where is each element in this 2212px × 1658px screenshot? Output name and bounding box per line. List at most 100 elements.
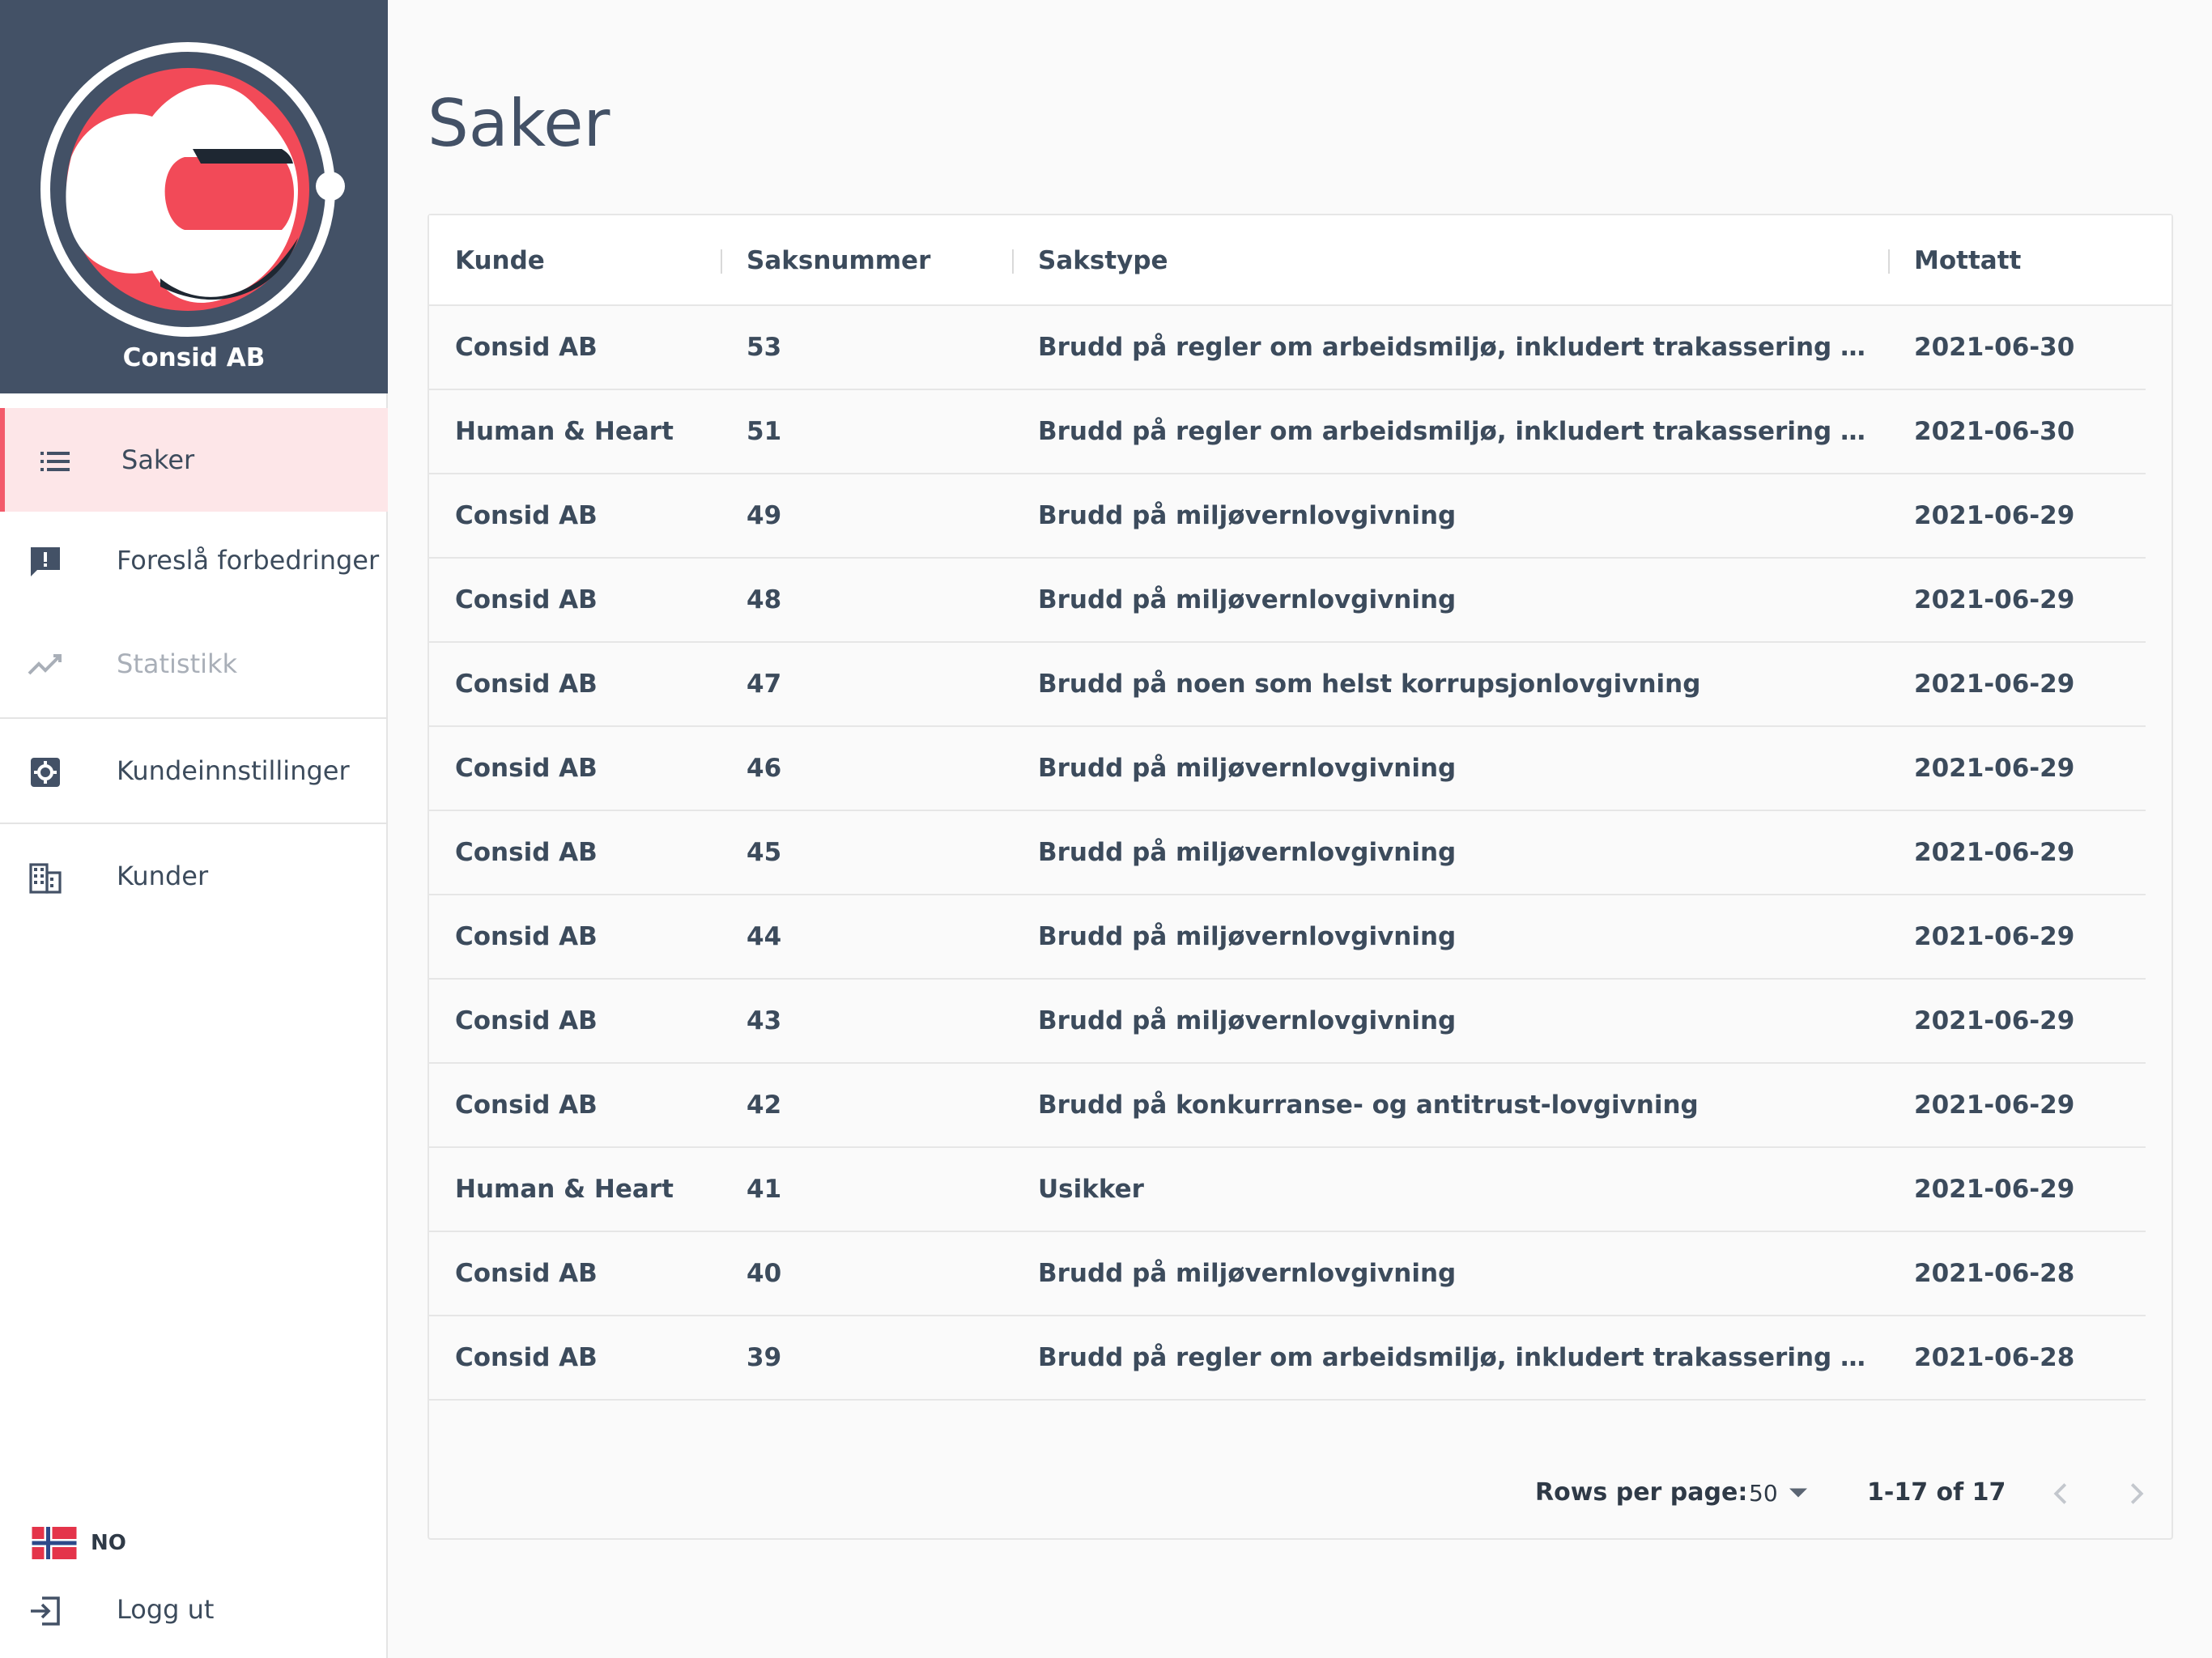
cell-saksnummer: 46 [747,754,782,783]
cell-sakstype: Brudd på miljøvernlovgivning [1038,838,1457,867]
table-row[interactable]: Consid AB 46 Brudd på miljøvernlovgivnin… [429,727,2146,811]
cell-kunde: Consid AB [455,585,598,614]
cell-mottatt: 2021-06-29 [1914,1006,2075,1035]
logout-label: Logg ut [117,1594,215,1625]
cell-sakstype: Brudd på miljøvernlovgivning [1038,754,1457,783]
cell-kunde: Consid AB [455,1090,598,1120]
cell-sakstype: Brudd på regler om arbeidsmiljø, inklude… [1038,333,1880,362]
cell-kunde: Consid AB [455,670,598,699]
cell-mottatt: 2021-06-29 [1914,754,2075,783]
rows-per-page-value: 50 [1749,1479,1778,1507]
cell-saksnummer: 41 [747,1175,782,1204]
cell-mottatt: 2021-06-29 [1914,922,2075,951]
cell-sakstype: Brudd på miljøvernlovgivning [1038,585,1457,614]
cell-sakstype: Usikker [1038,1175,1144,1204]
gear-icon [31,758,60,787]
table-row[interactable]: Consid AB 47 Brudd på noen som helst kor… [429,643,2146,727]
language-code: NO [91,1531,126,1555]
cell-kunde: Human & Heart [455,1175,674,1204]
cell-saksnummer: 40 [747,1259,782,1288]
cell-saksnummer: 43 [747,1006,782,1035]
cell-mottatt: 2021-06-30 [1914,333,2075,362]
chevron-left-icon[interactable] [2042,1475,2079,1512]
table-row[interactable]: Consid AB 49 Brudd på miljøvernlovgivnin… [429,474,2146,559]
cell-kunde: Consid AB [455,501,598,530]
norway-flag-icon [32,1527,77,1559]
cell-kunde: Consid AB [455,333,598,362]
cell-saksnummer: 53 [747,333,782,362]
table-row[interactable]: Human & Heart 51 Brudd på regler om arbe… [429,390,2146,474]
table-row[interactable]: Consid AB 42 Brudd på konkurranse- og an… [429,1064,2146,1148]
consid-logo [40,42,345,337]
cell-kunde: Human & Heart [455,417,674,446]
table-row[interactable]: Consid AB 44 Brudd på miljøvernlovgivnin… [429,895,2146,980]
sidebar: Consid AB Saker Foreslå forbedringer Sta… [0,0,388,1658]
rows-per-page-label: Rows per page: [1535,1478,1748,1507]
table-row[interactable]: Consid AB 43 Brudd på miljøvernlovgivnin… [429,980,2146,1064]
page-title: Saker [428,86,610,161]
cell-sakstype: Brudd på regler om arbeidsmiljø, inklude… [1038,417,1880,446]
cell-mottatt: 2021-06-29 [1914,1090,2075,1120]
nav-label-saker: Saker [121,444,195,475]
logout-icon [31,1596,60,1626]
nav-item-statistikk[interactable]: Statistikk [0,612,388,716]
cell-saksnummer: 48 [747,585,782,614]
brand-name: Consid AB [122,343,266,372]
cell-saksnummer: 47 [747,670,782,699]
chevron-right-icon[interactable] [2118,1475,2155,1512]
pagination: Rows per page: 50 1-17 of 17 [429,1459,2172,1528]
cell-saksnummer: 42 [747,1090,782,1120]
feedback-icon [31,547,60,576]
cell-kunde: Consid AB [455,1343,598,1372]
table-row[interactable]: Consid AB 45 Brudd på miljøvernlovgivnin… [429,811,2146,895]
column-header-mottatt[interactable]: Mottatt [1914,215,2021,306]
column-header-saksnummer[interactable]: Saksnummer [747,215,930,306]
nav-label-statistikk: Statistikk [117,648,238,679]
table-row[interactable]: Consid AB 48 Brudd på miljøvernlovgivnin… [429,559,2146,643]
cell-mottatt: 2021-06-29 [1914,838,2075,867]
cell-sakstype: Brudd på konkurranse- og antitrust-lovgi… [1038,1090,1699,1120]
column-separator [1888,249,1890,274]
cell-mottatt: 2021-06-29 [1914,585,2075,614]
cell-saksnummer: 44 [747,922,782,951]
column-header-kunde[interactable]: Kunde [455,215,545,306]
table-row[interactable]: Consid AB 53 Brudd på regler om arbeidsm… [429,306,2146,390]
cell-sakstype: Brudd på miljøvernlovgivning [1038,1006,1457,1035]
nav-label-kundeinnstillinger: Kundeinnstillinger [117,755,350,786]
language-selector[interactable]: NO [31,1527,126,1559]
cell-saksnummer: 49 [747,501,782,530]
nav-item-saker[interactable]: Saker [0,408,388,512]
cell-kunde: Consid AB [455,1259,598,1288]
cell-mottatt: 2021-06-29 [1914,501,2075,530]
nav-label-kunder: Kunder [117,861,209,891]
table-header: Kunde Saksnummer Sakstype Mottatt [429,215,2172,306]
cell-mottatt: 2021-06-28 [1914,1259,2075,1288]
cell-mottatt: 2021-06-30 [1914,417,2075,446]
cell-mottatt: 2021-06-28 [1914,1343,2075,1372]
cell-saksnummer: 51 [747,417,782,446]
trending-icon [28,654,62,675]
table-row[interactable]: Consid AB 39 Brudd på regler om arbeidsm… [429,1316,2146,1401]
table-row[interactable]: Consid AB 40 Brudd på miljøvernlovgivnin… [429,1232,2146,1316]
cell-sakstype: Brudd på noen som helst korrupsjonlovgiv… [1038,670,1701,699]
table-body: Consid AB 53 Brudd på regler om arbeidsm… [429,306,2172,1401]
brand-header: Consid AB [0,0,388,393]
cell-mottatt: 2021-06-29 [1914,1175,2075,1204]
nav-item-kunder[interactable]: Kunder [0,824,388,928]
cell-sakstype: Brudd på regler om arbeidsmiljø, inklude… [1038,1343,1880,1372]
column-separator [1012,249,1014,274]
cell-sakstype: Brudd på miljøvernlovgivning [1038,922,1457,951]
cell-mottatt: 2021-06-29 [1914,670,2075,699]
nav-item-kundeinnstillinger[interactable]: Kundeinnstillinger [0,719,388,823]
column-header-sakstype[interactable]: Sakstype [1038,215,1168,306]
building-icon [29,863,62,894]
nav-item-foresla-forbedringer[interactable]: Foreslå forbedringer [0,508,388,612]
pagination-range: 1-17 of 17 [1867,1478,2006,1507]
list-icon [40,452,70,471]
logout-button[interactable]: Logg ut [0,1558,388,1658]
caret-down-icon [1789,1488,1807,1498]
cell-kunde: Consid AB [455,838,598,867]
table-row[interactable]: Human & Heart 41 Usikker 2021-06-29 [429,1148,2146,1232]
rows-per-page-select[interactable]: 50 [1749,1477,1807,1509]
cell-kunde: Consid AB [455,754,598,783]
